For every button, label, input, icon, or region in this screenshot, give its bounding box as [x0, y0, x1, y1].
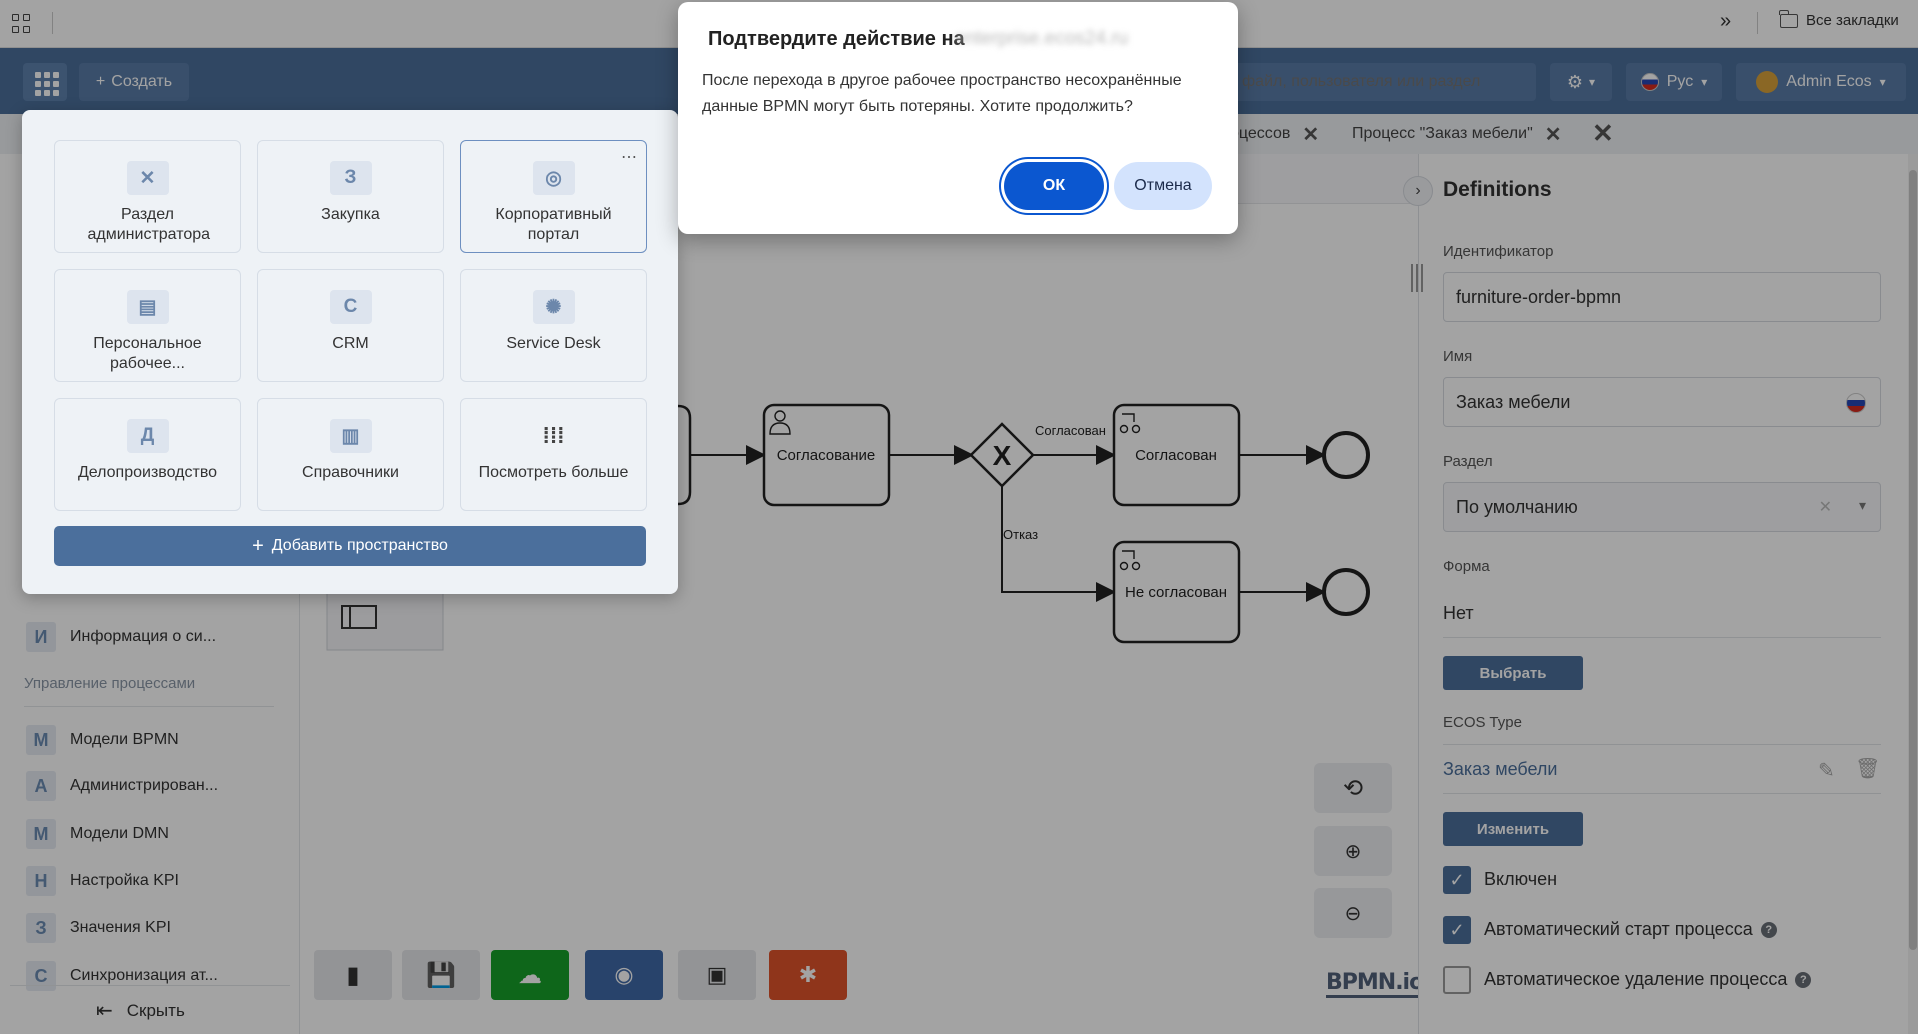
- workspace-records[interactable]: Д Делопроизводство: [54, 398, 241, 511]
- workspace-admin[interactable]: ✕ Раздел администратора: [54, 140, 241, 253]
- dialog-title: Подтвердите действие на: [708, 28, 965, 50]
- cancel-button[interactable]: Отмена: [1114, 162, 1212, 210]
- add-workspace-label: Добавить пространство: [271, 537, 448, 554]
- workspace-label: CRM: [332, 335, 369, 352]
- grid-icon: ⁞⁞⁞: [542, 423, 565, 448]
- letter-icon: Д: [126, 419, 169, 453]
- workspace-label: Закупка: [321, 206, 380, 223]
- book-icon: ▥: [329, 419, 372, 453]
- add-workspace-button[interactable]: + Добавить пространство: [54, 526, 646, 566]
- workspace-service-desk[interactable]: ✺ Service Desk: [460, 269, 647, 382]
- workspace-procurement[interactable]: З Закупка: [257, 140, 444, 253]
- workspace-label: Делопроизводство: [77, 464, 218, 481]
- dialog-host: enterprise.ecos24.ru: [955, 28, 1129, 49]
- store-icon: ▤: [126, 290, 169, 324]
- workspace-crm[interactable]: C CRM: [257, 269, 444, 382]
- workspace-corporate-portal[interactable]: ◎ Корпоративный портал ⋯: [460, 140, 647, 253]
- dialog-message: После перехода в другое рабочее простран…: [702, 72, 1182, 115]
- workspace-label: Service Desk: [506, 335, 601, 352]
- lifebuoy-icon: ✺: [532, 290, 575, 324]
- workspace-personal[interactable]: ▤ Персональное рабочее...: [54, 269, 241, 382]
- more-options-icon[interactable]: ⋯: [621, 147, 637, 167]
- workspace-label: Персональное рабочее...: [93, 335, 202, 372]
- workspace-see-more[interactable]: ⁞⁞⁞ Посмотреть больше: [460, 398, 647, 511]
- workspace-label: Справочники: [302, 464, 399, 481]
- workspace-label: Корпоративный портал: [495, 206, 612, 243]
- workspace-label: Посмотреть больше: [478, 464, 629, 481]
- letter-icon: З: [329, 161, 372, 195]
- letter-icon: C: [329, 290, 372, 324]
- ok-button[interactable]: ОК: [1004, 162, 1104, 210]
- wrench-icon: ✕: [126, 161, 169, 195]
- globe-icon: ◎: [532, 161, 575, 195]
- plus-icon: +: [252, 534, 264, 557]
- workspace-label: Раздел администратора: [87, 206, 211, 243]
- workspace-directories[interactable]: ▥ Справочники: [257, 398, 444, 511]
